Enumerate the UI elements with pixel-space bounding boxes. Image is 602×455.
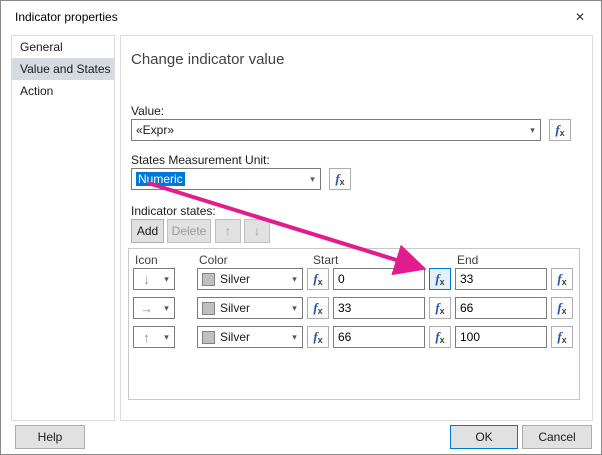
icon-select[interactable]: ↓ ▾ [133,268,175,290]
color-expression-button[interactable]: fx [307,297,329,319]
color-label: Silver [220,301,251,315]
column-header-color: Color [199,253,228,267]
panel-heading: Change indicator value [131,51,285,68]
title-bar: Indicator properties ✕ [1,1,601,31]
close-icon[interactable]: ✕ [571,8,589,26]
sidebar-item-value-and-states[interactable]: Value and States [12,58,114,80]
down-arrow-icon: ↓ [254,224,260,238]
color-label: Silver [220,330,251,344]
sidebar: General Value and States Action [11,35,115,421]
color-expression-button[interactable]: fx [307,268,329,290]
icon-select[interactable]: ↑ ▾ [133,326,175,348]
page-title: Indicator properties [15,10,118,24]
color-select[interactable]: Silver ▾ [197,326,303,348]
chevron-down-icon: ▾ [310,173,315,184]
fx-icon: f [335,170,340,186]
sidebar-item-general[interactable]: General [12,36,114,58]
chevron-down-icon: ▾ [292,273,297,284]
end-expression-button[interactable]: fx [551,326,573,348]
end-value-input[interactable] [455,268,547,290]
color-label: Silver [220,272,251,286]
fx-icon: f [557,299,562,315]
end-value-input[interactable] [455,297,547,319]
fx-icon: f [313,299,318,315]
value-combobox-text: «Expr» [136,123,175,137]
fx-icon: f [435,299,440,315]
start-value-input[interactable] [333,326,425,348]
color-select[interactable]: Silver ▾ [197,297,303,319]
move-down-button: ↓ [244,219,270,243]
column-header-start: Start [313,253,339,267]
chevron-down-icon: ▾ [164,302,169,313]
states-label: Indicator states: [131,204,216,218]
table-row: ↓ ▾ Silver ▾ fx fx fx [1,268,601,290]
delete-state-button: Delete [167,219,211,243]
value-label: Value: [131,104,165,118]
move-up-button: ↑ [215,219,241,243]
start-value-input[interactable] [333,268,425,290]
chevron-down-icon: ▾ [164,273,169,284]
chevron-down-icon: ▾ [292,302,297,313]
unit-combobox[interactable]: Numeric ▾ [131,168,321,190]
color-swatch [202,330,215,344]
column-header-icon: Icon [135,253,158,267]
fx-icon: f [313,270,318,286]
unit-label: States Measurement Unit: [131,153,270,167]
table-row: ↑ ▾ Silver ▾ fx fx fx [1,326,601,348]
fx-icon: f [555,121,560,137]
table-row: → ▾ Silver ▾ fx fx fx [1,297,601,319]
indicator-properties-dialog: Indicator properties ✕ General Value and… [0,0,602,455]
fx-icon: f [557,328,562,344]
ok-button[interactable]: OK [450,425,518,449]
end-expression-button[interactable]: fx [551,268,573,290]
value-combobox[interactable]: «Expr» ▾ [131,119,541,141]
color-expression-button[interactable]: fx [307,326,329,348]
right-arrow-icon: → [140,300,153,316]
icon-select[interactable]: → ▾ [133,297,175,319]
chevron-down-icon: ▾ [164,331,169,342]
help-button[interactable]: Help [15,425,85,449]
cancel-button[interactable]: Cancel [522,425,592,449]
end-expression-button[interactable]: fx [551,297,573,319]
fx-icon: f [435,328,440,344]
down-arrow-icon: ↓ [143,271,150,287]
end-value-input[interactable] [455,326,547,348]
fx-icon: f [313,328,318,344]
chevron-down-icon: ▾ [292,331,297,342]
add-state-button[interactable]: Add [131,219,164,243]
unit-expression-button[interactable]: fx [329,168,351,190]
sidebar-item-action[interactable]: Action [12,80,114,102]
color-swatch [202,272,215,286]
start-expression-button[interactable]: fx [429,268,451,290]
unit-combobox-text: Numeric [136,172,185,186]
color-select[interactable]: Silver ▾ [197,268,303,290]
start-expression-button[interactable]: fx [429,326,451,348]
fx-icon: f [557,270,562,286]
up-arrow-icon: ↑ [143,329,150,345]
up-arrow-icon: ↑ [225,224,231,238]
fx-icon: f [435,270,440,286]
start-value-input[interactable] [333,297,425,319]
column-header-end: End [457,253,479,267]
value-expression-button[interactable]: fx [549,119,571,141]
chevron-down-icon: ▾ [530,124,535,135]
start-expression-button[interactable]: fx [429,297,451,319]
color-swatch [202,301,215,315]
